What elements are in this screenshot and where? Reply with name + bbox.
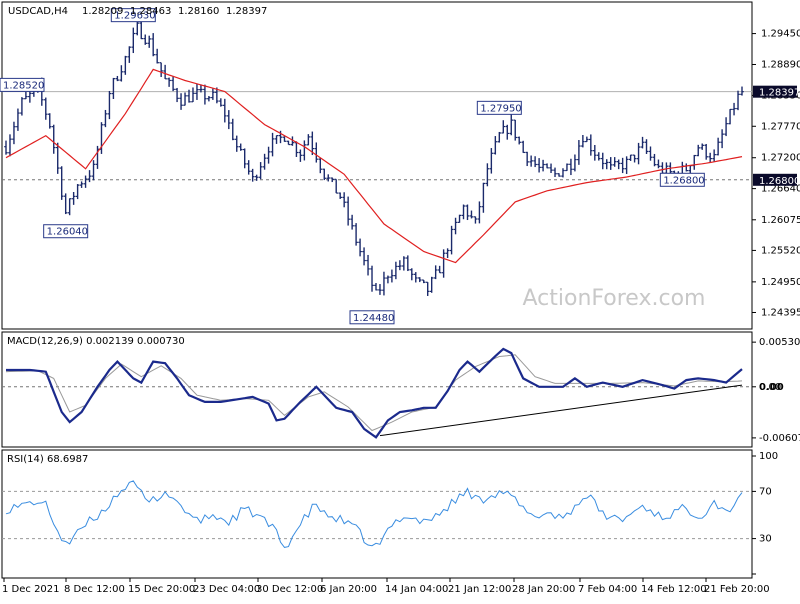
current-price-tag: 1.28397: [753, 85, 800, 99]
x-tick-label: 21 Jan 12:00: [448, 584, 511, 595]
macd-y-axis: 0.0053070.00-0.0060740.00: [752, 337, 800, 444]
x-tick-label: 21 Feb 20:00: [704, 584, 770, 595]
x-tick-label: 1 Dec 2021: [2, 584, 60, 595]
level-annotation-label: 1.27950: [480, 103, 521, 114]
x-tick-label: 28 Jan 20:00: [512, 584, 575, 595]
support-tag-label: 1.26800: [759, 176, 800, 187]
rsi-y-axis: 100 70 30: [752, 451, 778, 575]
macd-y-tick-label: -0.006074: [759, 433, 800, 444]
x-tick-label: 23 Dec 04:00: [193, 584, 260, 595]
level-annotation-label: 1.26040: [47, 227, 88, 238]
price-y-tick-label: 1.25520: [761, 245, 800, 256]
watermark: ActionForex.com: [523, 286, 706, 311]
x-tick-label: 6 Jan 20:00: [320, 584, 377, 595]
price-y-tick-label: 1.27770: [761, 121, 800, 132]
price-title: USDCAD,H4 1.28209 1.28463 1.28160 1.2839…: [8, 6, 267, 17]
price-title-low: 1.28160: [178, 6, 219, 17]
x-tick-label: 15 Dec 20:00: [128, 584, 195, 595]
level-annotation: 1.26040: [43, 224, 89, 239]
price-title-high: 1.28463: [130, 6, 171, 17]
price-y-axis: 1.294501.288901.283301.277701.272001.266…: [752, 29, 800, 318]
chart-svg: ActionForex.com 1.294501.288901.283301.2…: [0, 1, 800, 595]
price-title-symbol: USDCAD,H4: [8, 6, 68, 17]
level-annotation-label: 1.24480: [353, 313, 394, 324]
rsi-y-tick-label: 100: [759, 451, 778, 462]
macd-title: MACD(12,26,9) 0.002139 0.000730: [7, 336, 185, 347]
rsi-panel: [1, 449, 753, 579]
rsi-title: RSI(14) 68.6987: [7, 454, 88, 465]
price-y-tick-label: 1.27200: [761, 153, 800, 164]
macd-value-tag: 0.00: [759, 382, 784, 393]
time-x-axis: 1 Dec 2021 8 Dec 12:00 15 Dec 20:0023 Dec …: [2, 578, 770, 595]
price-y-tick-label: 1.29450: [761, 29, 800, 40]
price-y-tick-label: 1.24950: [761, 277, 800, 288]
price-y-tick-label: 1.28890: [761, 59, 800, 70]
support-tag: 1.26800: [753, 173, 800, 187]
level-annotation-label: 1.26800: [663, 175, 704, 186]
rsi-y-tick-label: 70: [759, 486, 772, 497]
level-annotation-label: 1.28520: [3, 80, 44, 91]
rsi-y-tick-label: 30: [759, 534, 772, 545]
level-annotation: 1.28520: [0, 77, 45, 92]
x-tick-label: 14 Feb 12:00: [641, 584, 707, 595]
chart-root: ActionForex.com 1.294501.288901.283301.2…: [0, 0, 800, 600]
x-tick-label: 7 Feb 04:00: [578, 584, 637, 595]
price-title-close: 1.28397: [226, 6, 267, 17]
x-tick-label: 30 Dec 12:00: [256, 584, 323, 595]
price-title-open: 1.28209: [82, 6, 123, 17]
level-annotation: 1.26800: [659, 172, 705, 187]
x-tick-label: 8 Dec 12:00: [64, 584, 125, 595]
macd-panel: [1, 331, 753, 448]
price-panel: [1, 1, 753, 330]
x-tick-label: 14 Jan 04:00: [385, 584, 448, 595]
price-y-tick-label: 1.26075: [761, 215, 800, 226]
level-annotation: 1.27950: [476, 100, 522, 115]
level-annotation: 1.24480: [349, 310, 395, 325]
price-y-tick-label: 1.24395: [761, 307, 800, 318]
macd-y-tick-label: 0.005307: [759, 337, 800, 348]
current-price-tag-label: 1.28397: [759, 88, 800, 99]
